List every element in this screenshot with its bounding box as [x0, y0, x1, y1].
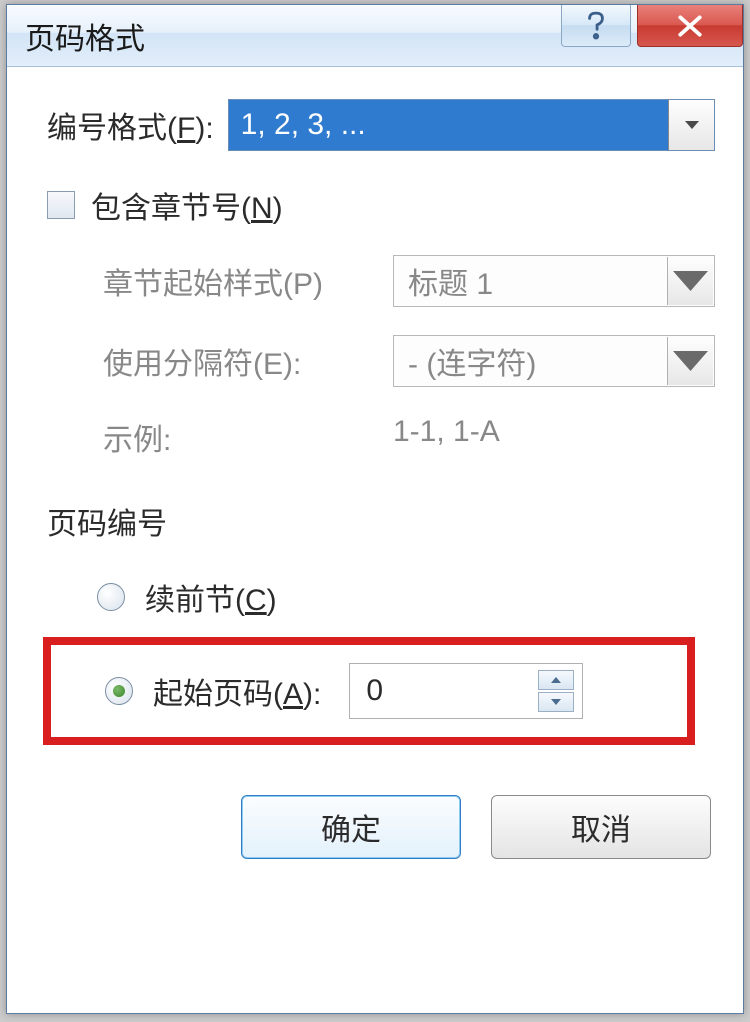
example-value: 1-1, 1-A: [393, 415, 500, 459]
number-format-select[interactable]: 1, 2, 3, ...: [228, 99, 715, 151]
ok-button[interactable]: 确定: [241, 795, 461, 859]
separator-value: - (连字符): [408, 339, 536, 383]
help-icon: [585, 11, 607, 41]
number-format-dropdown-button[interactable]: [668, 100, 714, 150]
close-button[interactable]: [637, 5, 743, 47]
include-chapter-label: 包含章节号(N): [91, 183, 283, 227]
start-at-label: 起始页码(A):: [153, 669, 321, 713]
number-format-label: 编号格式(F):: [47, 103, 214, 147]
chapter-start-dropdown-button[interactable]: [667, 257, 713, 305]
chevron-up-icon: [550, 676, 562, 684]
separator-dropdown-button[interactable]: [667, 337, 713, 385]
continue-label: 续前节(C): [145, 575, 277, 619]
cancel-button[interactable]: 取消: [491, 795, 711, 859]
start-at-value: 0: [350, 674, 383, 708]
example-label: 示例:: [103, 415, 393, 459]
number-format-value: 1, 2, 3, ...: [229, 100, 668, 150]
titlebar[interactable]: 页码格式: [7, 5, 743, 67]
chevron-down-icon: [683, 119, 701, 131]
separator-select[interactable]: - (连字符): [393, 335, 715, 387]
chapter-start-value: 标题 1: [408, 259, 493, 303]
page-numbering-group-label: 页码编号: [47, 499, 715, 543]
start-at-input[interactable]: 0: [349, 663, 583, 719]
chevron-down-icon: [668, 266, 713, 296]
close-icon: [673, 13, 707, 39]
chevron-down-icon: [550, 698, 562, 706]
chevron-down-icon: [668, 346, 713, 376]
chapter-start-label: 章节起始样式(P): [103, 259, 393, 303]
chapter-start-select[interactable]: 标题 1: [393, 255, 715, 307]
dialog-title: 页码格式: [25, 14, 561, 58]
start-at-radio[interactable]: [105, 677, 133, 705]
help-button[interactable]: [561, 5, 631, 47]
highlight-box: 起始页码(A): 0: [43, 637, 695, 745]
separator-label: 使用分隔符(E):: [103, 339, 393, 383]
page-number-format-dialog: 页码格式 编号格式(F): 1, 2, 3, ...: [6, 4, 744, 1014]
spin-down-button[interactable]: [538, 692, 574, 712]
continue-radio[interactable]: [97, 583, 125, 611]
spin-up-button[interactable]: [538, 670, 574, 690]
include-chapter-checkbox[interactable]: [47, 191, 75, 219]
